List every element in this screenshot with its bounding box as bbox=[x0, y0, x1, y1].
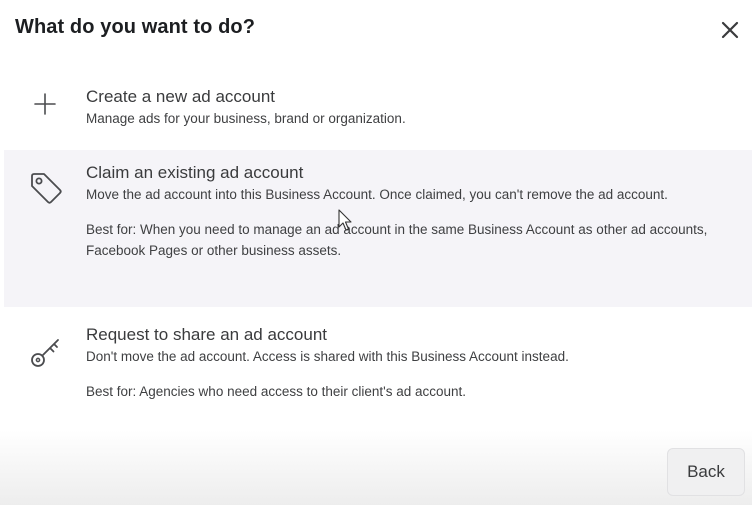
dialog-header: What do you want to do? bbox=[0, 0, 752, 62]
option-text: Claim an existing ad account Move the ad… bbox=[86, 162, 716, 261]
dialog-footer bbox=[0, 430, 752, 505]
dialog-title: What do you want to do? bbox=[15, 16, 256, 38]
close-icon bbox=[721, 21, 739, 39]
option-description: Don't move the ad account. Access is sha… bbox=[86, 349, 569, 364]
option-best-for: Best for: When you need to manage an ad … bbox=[86, 222, 708, 258]
tag-icon bbox=[28, 170, 64, 206]
close-button[interactable] bbox=[716, 16, 744, 44]
option-title: Claim an existing ad account bbox=[86, 163, 304, 182]
option-text: Request to share an ad account Don't mov… bbox=[86, 324, 716, 402]
option-description: Move the ad account into this Business A… bbox=[86, 187, 668, 202]
option-create-ad-account[interactable]: Create a new ad account Manage ads for y… bbox=[4, 72, 752, 146]
mouse-cursor-icon bbox=[338, 209, 352, 231]
option-title: Create a new ad account bbox=[86, 87, 276, 106]
dialog: What do you want to do? Create a new ad … bbox=[0, 0, 752, 505]
key-icon bbox=[28, 334, 64, 370]
plus-icon bbox=[27, 86, 63, 122]
back-button[interactable]: Back bbox=[667, 448, 745, 496]
option-text: Create a new ad account Manage ads for y… bbox=[86, 86, 716, 129]
option-request-share-ad-account[interactable]: Request to share an ad account Don't mov… bbox=[4, 312, 752, 420]
option-best-for: Best for: Agencies who need access to th… bbox=[86, 384, 467, 399]
option-description: Manage ads for your business, brand or o… bbox=[86, 111, 406, 126]
option-title: Request to share an ad account bbox=[86, 325, 327, 344]
option-claim-ad-account[interactable]: Claim an existing ad account Move the ad… bbox=[4, 150, 752, 307]
